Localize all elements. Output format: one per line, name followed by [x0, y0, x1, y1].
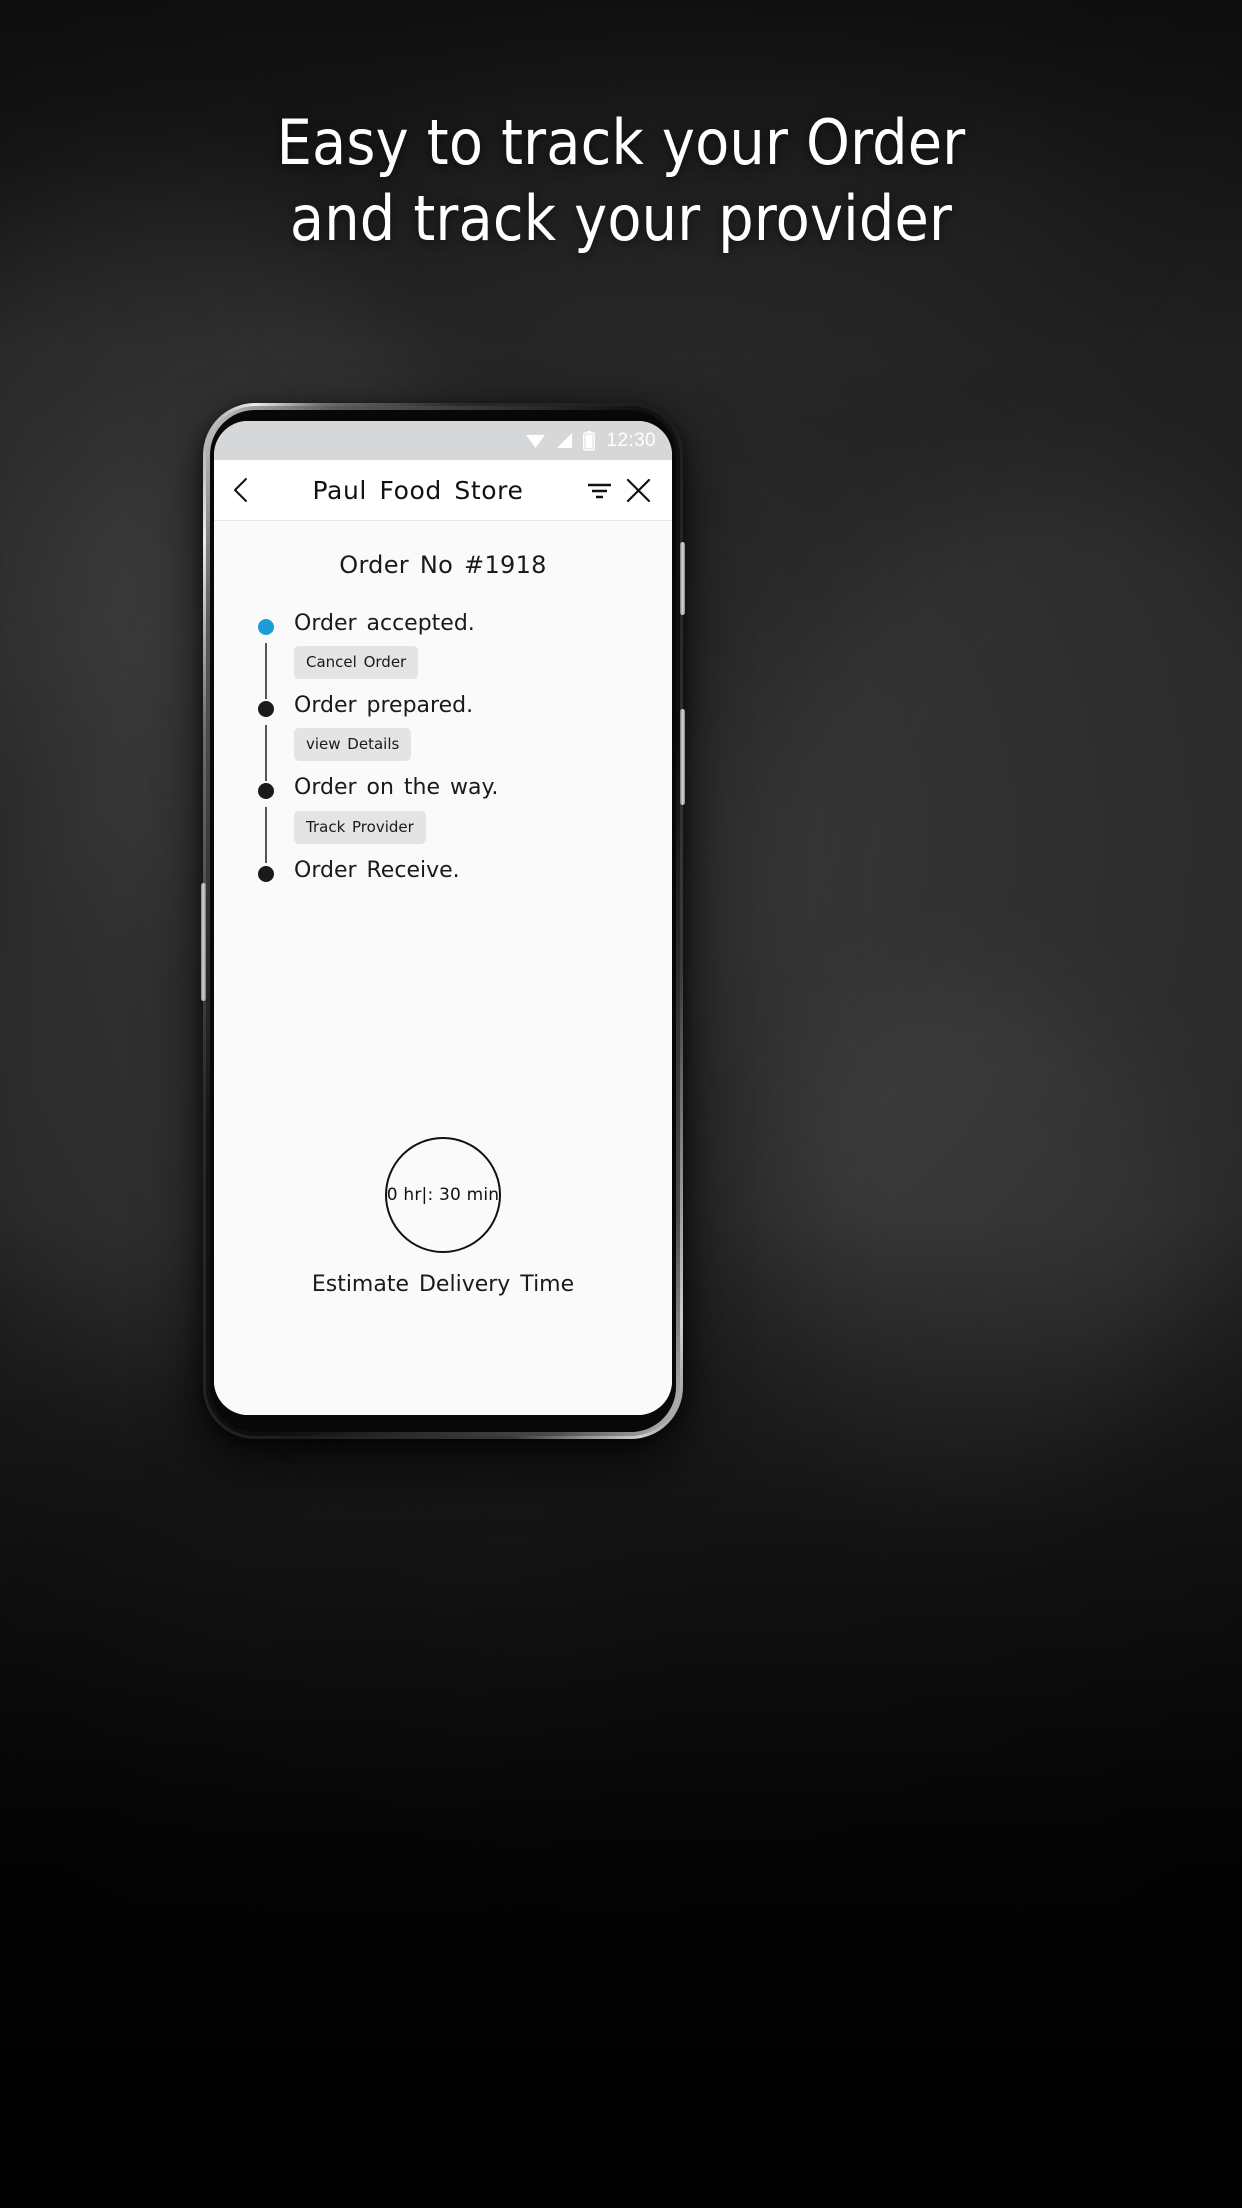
timeline-dot-icon	[258, 701, 274, 718]
timeline-dot-icon	[258, 619, 274, 635]
timeline-step-order-accepted: Order accepted. Cancel Order	[258, 611, 672, 699]
timeline-connector	[265, 643, 267, 699]
filter-icon[interactable]	[586, 478, 613, 502]
phone-volume-button-right[interactable]	[680, 542, 685, 615]
phone-screen: 12:30 Paul Food Store Order No #1918 Ord…	[214, 421, 672, 1415]
status-bar-clock: 12:30	[606, 429, 656, 451]
order-number: Order No #1918	[339, 551, 547, 579]
app-bar-actions	[586, 477, 652, 504]
track-provider-button[interactable]: Track Provider	[294, 810, 426, 844]
timeline-step-order-prepared: Order prepared. view Details	[258, 693, 672, 782]
close-icon[interactable]	[625, 477, 652, 504]
timeline-step-label: Order on the way.	[294, 775, 499, 801]
app-bar-title: Paul Food Store	[312, 475, 524, 505]
battery-icon	[583, 430, 596, 451]
estimate-time-label: Estimate Delivery Time	[311, 1272, 575, 1297]
phone-mockup: 12:30 Paul Food Store Order No #1918 Ord…	[201, 403, 685, 1439]
timeline-step-label: Order accepted.	[294, 611, 475, 636]
promo-headline-line-2: and track your provider	[289, 182, 953, 255]
timeline-dot-icon	[258, 783, 274, 800]
timeline-step-order-on-the-way: Order on the way. Track Provider	[258, 775, 672, 864]
timeline-step-label: Order Receive.	[294, 857, 460, 883]
phone-volume-button-left[interactable]	[201, 883, 206, 1001]
signal-icon	[557, 432, 573, 449]
order-status-timeline: Order accepted. Cancel Order Order prepa…	[214, 611, 672, 883]
estimate-time-circle: 0 hr|: 30 min	[385, 1137, 501, 1253]
phone-power-button[interactable]	[680, 709, 685, 805]
app-bar: Paul Food Store	[214, 460, 672, 521]
estimate-delivery-section: 0 hr|: 30 min Estimate Delivery Time	[214, 1137, 672, 1297]
view-details-button[interactable]: view Details	[294, 728, 412, 762]
cancel-order-button[interactable]: Cancel Order	[294, 646, 419, 680]
timeline-dot-icon	[258, 865, 274, 882]
timeline-connector	[265, 807, 267, 864]
timeline-connector	[265, 725, 267, 782]
promo-headline: Easy to track your Order and track your …	[0, 112, 1242, 250]
status-bar: 12:30	[214, 421, 672, 460]
promo-headline-line-1: Easy to track your Order	[276, 106, 966, 179]
timeline-step-order-receive: Order Receive.	[258, 857, 672, 883]
order-tracking-screen: Order No #1918 Order accepted. Cancel Or…	[214, 521, 672, 1415]
estimate-time-value: 0 hr|: 30 min	[386, 1185, 500, 1205]
wifi-icon	[526, 434, 546, 449]
timeline-step-label: Order prepared.	[294, 693, 474, 719]
